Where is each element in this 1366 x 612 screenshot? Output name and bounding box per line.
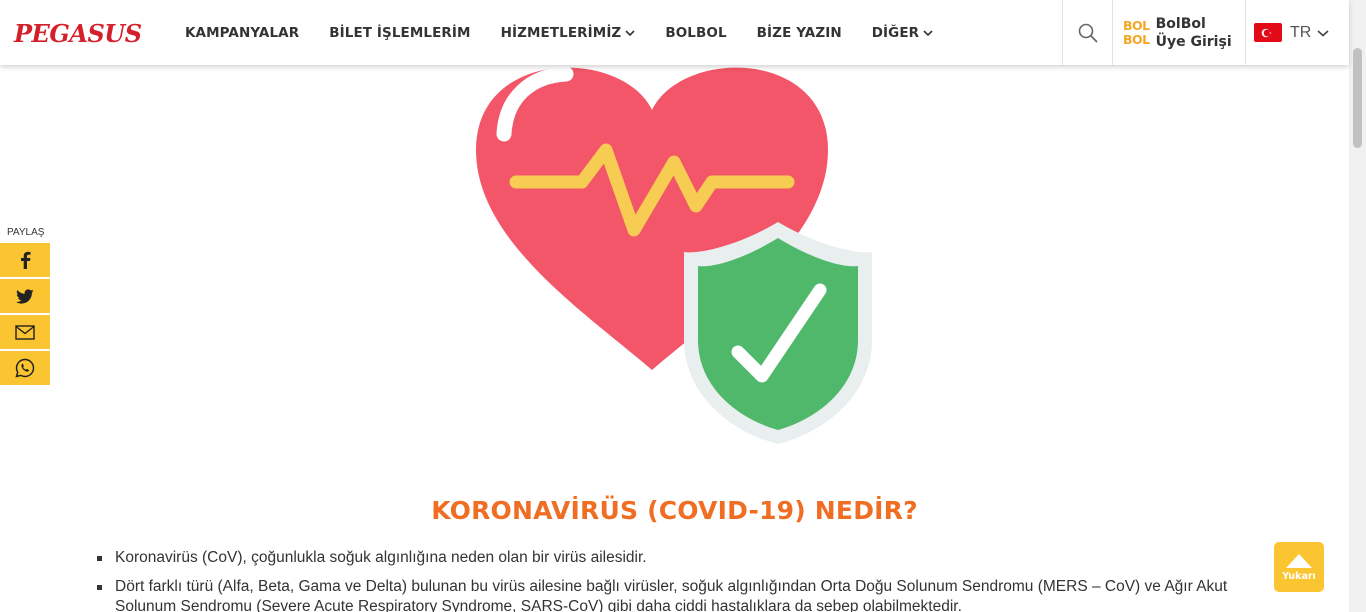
facebook-icon [21, 251, 31, 269]
info-list: Koronavirüs (CoV), çoğunlukla soğuk algı… [97, 548, 1277, 612]
heart-shield-illustration-icon [476, 66, 872, 444]
health-illustration [474, 40, 884, 450]
chevron-down-icon [923, 29, 933, 36]
language-code: TR [1290, 23, 1312, 41]
bolbol-login-button[interactable]: BOL BOL BolBol Üye Girişi [1112, 0, 1246, 65]
twitter-icon [16, 288, 34, 304]
site-header: PEGASUS KAMPANYALAR BİLET İŞLEMLERİM HİZ… [0, 0, 1349, 65]
nav-label: BİZE YAZIN [756, 24, 842, 41]
nav-bilet-islemlerim[interactable]: BİLET İŞLEMLERİM [329, 25, 470, 41]
scroll-to-top-label: Yukarı [1282, 570, 1316, 582]
scrollbar-thumb[interactable] [1353, 48, 1362, 148]
turkey-flag-icon [1254, 23, 1282, 42]
whatsapp-share-button[interactable] [0, 351, 50, 385]
nav-kampanyalar[interactable]: KAMPANYALAR [185, 25, 299, 41]
bolbol-line2: Üye Girişi [1155, 33, 1232, 50]
nav-bolbol[interactable]: BOLBOL [665, 25, 726, 41]
nav-diger[interactable]: DİĞER [872, 25, 933, 41]
nav-label: HİZMETLERİMİZ [500, 24, 622, 41]
mail-share-button[interactable] [0, 315, 50, 349]
search-icon [1078, 23, 1097, 42]
nav-bize-yazin[interactable]: BİZE YAZIN [757, 25, 842, 41]
main-nav: KAMPANYALAR BİLET İŞLEMLERİM HİZMETLERİM… [185, 0, 963, 65]
scroll-to-top-button[interactable]: Yukarı [1274, 542, 1324, 592]
whatsapp-icon [15, 358, 35, 378]
bolbol-login-label: BolBol Üye Girişi [1156, 15, 1232, 51]
mail-icon [15, 324, 35, 340]
arrow-up-icon [1286, 553, 1312, 568]
share-label: PAYLAŞ [7, 227, 45, 238]
bolbol-logo-line: BOL [1123, 17, 1150, 33]
chevron-down-icon [625, 29, 635, 36]
nav-hizmetlerimiz[interactable]: HİZMETLERİMİZ [501, 25, 636, 41]
nav-label: BİLET İŞLEMLERİM [329, 24, 471, 41]
page: PEGASUS KAMPANYALAR BİLET İŞLEMLERİM HİZ… [0, 0, 1366, 612]
pegasus-logo[interactable]: PEGASUS [14, 19, 142, 48]
facebook-share-button[interactable] [0, 243, 50, 277]
language-selector[interactable]: TR [1246, 0, 1349, 65]
bolbol-logo-line: BOL [1123, 31, 1150, 47]
nav-label: BOLBOL [665, 24, 727, 41]
nav-label: DİĞER [871, 24, 920, 41]
page-title: KORONAVİRÜS (COVID-19) NEDİR? [431, 496, 918, 525]
nav-label: KAMPANYALAR [185, 24, 300, 41]
list-item: Dört farklı türü (Alfa, Beta, Gama ve De… [97, 577, 1277, 612]
search-button[interactable] [1062, 0, 1112, 65]
header-actions: BOL BOL BolBol Üye Girişi TR [1062, 0, 1349, 65]
twitter-share-button[interactable] [0, 279, 50, 313]
page-scrollbar[interactable] [1349, 0, 1366, 612]
chevron-down-icon [1317, 29, 1329, 37]
bolbol-line1: BolBol [1155, 15, 1206, 32]
bolbol-logo-icon: BOL BOL [1123, 17, 1150, 47]
list-item: Koronavirüs (CoV), çoğunlukla soğuk algı… [97, 548, 1277, 568]
